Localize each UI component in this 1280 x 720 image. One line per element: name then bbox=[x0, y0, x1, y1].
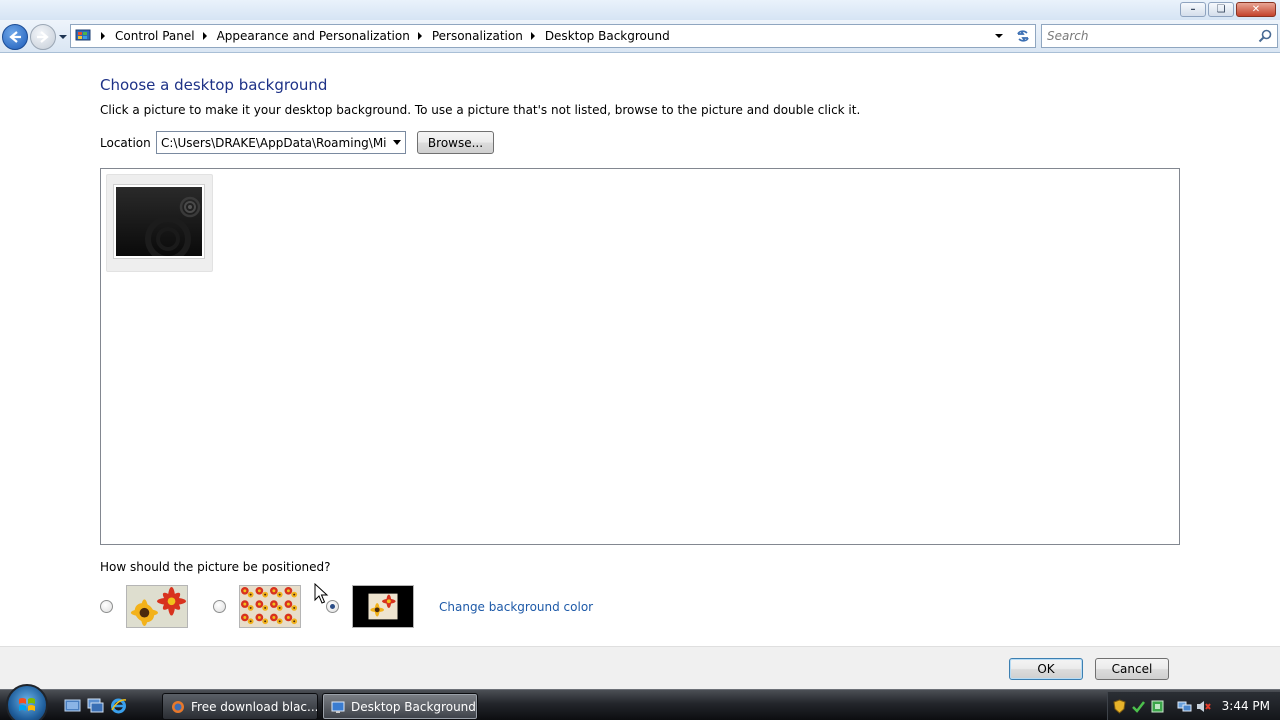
minimize-button[interactable]: – bbox=[1180, 2, 1206, 17]
breadcrumb-arrow-icon[interactable] bbox=[416, 32, 424, 40]
dialog-footer bbox=[0, 647, 1280, 689]
update-icon[interactable] bbox=[1150, 699, 1165, 714]
clock[interactable]: 3:44 PM bbox=[1222, 699, 1270, 713]
breadcrumb-label[interactable]: Appearance and Personalization bbox=[217, 29, 410, 43]
wallpaper-image bbox=[113, 184, 205, 259]
taskbar-button-label: Free download blac... bbox=[191, 699, 318, 714]
location-value: C:\Users\DRAKE\AppData\Roaming\Micro bbox=[161, 135, 387, 150]
position-radio-fit[interactable] bbox=[100, 600, 113, 613]
control-panel-icon bbox=[331, 701, 345, 713]
caption-buttons: – ❏ ✕ bbox=[1180, 2, 1276, 17]
forward-button[interactable] bbox=[30, 24, 56, 50]
breadcrumb-label[interactable]: Desktop Background bbox=[545, 29, 670, 43]
breadcrumb-desktop-background[interactable]: Desktop Background bbox=[545, 29, 670, 43]
security-shield-icon[interactable] bbox=[1112, 698, 1127, 714]
center-preview bbox=[353, 586, 413, 627]
browse-button[interactable]: Browse... bbox=[417, 131, 494, 154]
internet-explorer-icon[interactable] bbox=[110, 697, 127, 714]
minimize-icon: – bbox=[1190, 4, 1196, 15]
title-bar: – ❏ ✕ bbox=[0, 0, 1280, 20]
back-arrow-icon bbox=[9, 31, 21, 43]
position-radio-tile[interactable] bbox=[213, 600, 226, 613]
address-history-dropdown[interactable] bbox=[991, 25, 1007, 47]
control-panel-icon bbox=[75, 29, 91, 41]
tile-preview bbox=[240, 586, 300, 627]
forward-arrow-icon bbox=[37, 31, 49, 43]
tile-icon[interactable] bbox=[239, 585, 301, 628]
picture-list bbox=[100, 168, 1180, 545]
breadcrumb-control-panel[interactable]: Control Panel bbox=[115, 29, 217, 43]
network-icon[interactable] bbox=[1177, 699, 1192, 714]
volume-muted-icon[interactable] bbox=[1196, 699, 1211, 714]
chevron-down-icon bbox=[393, 140, 401, 145]
location-label: Location bbox=[100, 136, 151, 150]
position-question: How should the picture be positioned? bbox=[100, 560, 331, 574]
taskbar: Free download blac... Desktop Background… bbox=[0, 684, 1280, 720]
address-bar[interactable]: Control Panel Appearance and Personaliza… bbox=[70, 24, 1036, 48]
fit-to-screen-icon[interactable] bbox=[126, 585, 188, 628]
breadcrumb-label[interactable]: Personalization bbox=[432, 29, 523, 43]
back-button[interactable] bbox=[2, 24, 28, 50]
close-button[interactable]: ✕ bbox=[1236, 2, 1276, 17]
windows-logo-icon bbox=[19, 698, 35, 711]
start-button[interactable] bbox=[6, 684, 48, 720]
taskbar-button-browser[interactable]: Free download blac... bbox=[162, 693, 318, 720]
switch-windows-icon[interactable] bbox=[87, 697, 104, 714]
breadcrumb-arrow-icon[interactable] bbox=[529, 32, 537, 40]
firefox-icon bbox=[172, 700, 184, 713]
refresh-button[interactable] bbox=[1013, 26, 1033, 46]
breadcrumb-appearance[interactable]: Appearance and Personalization bbox=[217, 29, 432, 43]
navigation-bar: Control Panel Appearance and Personaliza… bbox=[0, 20, 1280, 53]
dark-circles-wallpaper-image bbox=[116, 187, 202, 256]
cancel-button[interactable]: Cancel bbox=[1095, 658, 1169, 680]
search-icon[interactable] bbox=[1258, 29, 1272, 43]
picture-thumbnail[interactable] bbox=[106, 174, 213, 272]
page-description: Click a picture to make it your desktop … bbox=[100, 103, 861, 117]
mouse-pointer-icon bbox=[314, 583, 329, 604]
close-icon: ✕ bbox=[1251, 4, 1261, 15]
ok-button[interactable]: OK bbox=[1009, 658, 1083, 680]
recent-pages-dropdown-icon[interactable] bbox=[58, 32, 68, 42]
chevron-down-icon bbox=[995, 34, 1003, 38]
fit-to-screen-preview bbox=[127, 586, 187, 627]
search-box[interactable] bbox=[1041, 24, 1278, 48]
location-dropdown[interactable]: C:\Users\DRAKE\AppData\Roaming\Micro bbox=[156, 131, 406, 154]
search-input[interactable] bbox=[1047, 29, 1247, 43]
refresh-icon bbox=[1017, 30, 1029, 42]
checkmark-icon[interactable] bbox=[1131, 699, 1146, 714]
taskbar-button-desktop-background[interactable]: Desktop Background bbox=[322, 693, 478, 720]
taskbar-button-label: Desktop Background bbox=[351, 699, 476, 714]
breadcrumb-personalization[interactable]: Personalization bbox=[432, 29, 545, 43]
maximize-button[interactable]: ❏ bbox=[1208, 2, 1234, 17]
change-background-color-link[interactable]: Change background color bbox=[439, 600, 593, 614]
show-desktop-icon[interactable] bbox=[64, 697, 81, 714]
page-title: Choose a desktop background bbox=[100, 76, 328, 94]
system-tray: 3:44 PM bbox=[1107, 692, 1280, 720]
breadcrumb-label[interactable]: Control Panel bbox=[115, 29, 195, 43]
breadcrumb-arrow-icon[interactable] bbox=[99, 32, 107, 40]
center-icon[interactable] bbox=[352, 585, 414, 628]
restore-icon: ❏ bbox=[1216, 4, 1226, 15]
breadcrumb-arrow-icon[interactable] bbox=[201, 32, 209, 40]
